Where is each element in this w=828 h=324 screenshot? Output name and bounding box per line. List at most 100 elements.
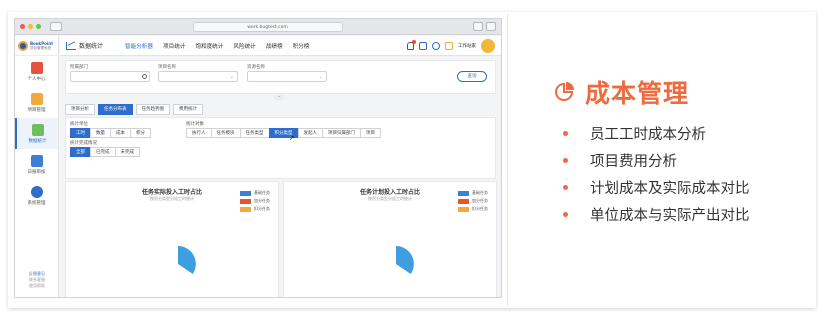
bullet-text: 项目费用分析 <box>590 154 677 170</box>
slide-heading: 成本管理 <box>553 74 689 110</box>
pie-slice[interactable] <box>396 246 414 274</box>
query-button-label: 查询 <box>467 74 477 79</box>
legend-item[interactable]: 扣分任务 <box>240 206 270 212</box>
collapse-toggle[interactable]: ⌃ <box>274 95 284 100</box>
tab-bar: 项目分析 任务分布表 任务趋势图 费用统计 <box>65 104 203 115</box>
unit-selector: 工时 数量 成本 积分 <box>70 128 151 138</box>
tabs-icon[interactable] <box>486 22 496 31</box>
minimize-dot-icon[interactable] <box>28 24 33 29</box>
filter-bar: 所属部门 项目名称 ⌄ 资源名称 ⌄ 查询 <box>65 60 496 94</box>
module-title-text: 数据统计 <box>79 43 104 50</box>
legend-item[interactable]: 基础任务 <box>240 190 270 196</box>
status-selector: 全部 已完成 未完成 <box>70 147 140 157</box>
calendar-icon <box>30 62 43 74</box>
legend-item[interactable]: 扣分任务 <box>458 206 488 212</box>
resource-select[interactable]: ⌄ <box>247 71 327 82</box>
avatar[interactable] <box>481 38 495 53</box>
report-icon <box>30 155 43 167</box>
user-label[interactable]: 工作站家 <box>458 43 476 49</box>
folder-icon <box>30 93 43 105</box>
maximize-dot-icon[interactable] <box>36 24 41 29</box>
legend-label: 扣分任务 <box>254 206 270 211</box>
chart-panel-actual: 任务实际投入工时占比 按积分类型分组工时统计 基础任务 加分任务 扣分任务 <box>65 181 279 297</box>
chevron-down-icon: ⌄ <box>318 74 323 80</box>
bullet-dot-icon <box>563 212 568 217</box>
sidebar-item-projects[interactable]: 项目管理 <box>15 87 58 118</box>
legend: 基础任务 加分任务 扣分任务 <box>240 190 270 214</box>
tab-task-trend[interactable]: 任务趋势图 <box>135 104 170 115</box>
sidebar-item-reports[interactable]: 日报审核 <box>15 149 58 180</box>
sidebar-item-stats[interactable]: 数据统计 <box>15 118 58 149</box>
browser-chrome: work.bugtest.com <box>15 19 501 35</box>
bullet-dot-icon <box>563 185 568 190</box>
legend-label: 扣分任务 <box>472 206 488 211</box>
legend-label: 加分任务 <box>254 198 270 203</box>
bullet-dot-icon <box>563 131 568 136</box>
object-label: 统计对象 <box>186 122 204 127</box>
sidebar-item-personal[interactable]: 个人中心 <box>15 56 58 87</box>
tab-project-analysis[interactable]: 项目分析 <box>65 104 95 115</box>
object-initiator[interactable]: 发起人 <box>297 128 323 138</box>
module-title: 数据统计 <box>66 41 103 50</box>
nav-smart-analyzer[interactable]: 智能分析器 <box>125 42 153 50</box>
line-chart-icon <box>66 41 76 50</box>
legend-swatch <box>458 190 469 196</box>
user-group-icon[interactable] <box>445 41 453 50</box>
unit-points[interactable]: 积分 <box>130 128 151 138</box>
pie-chart[interactable] <box>158 244 198 284</box>
legend-item[interactable]: 基础任务 <box>458 190 488 196</box>
bell-icon[interactable] <box>407 39 416 50</box>
project-select[interactable]: ⌄ <box>158 71 238 82</box>
bullet-item: 计划成本及实际成本对比 <box>563 174 750 201</box>
nav-record-board[interactable]: 战绩榜 <box>266 42 283 50</box>
message-icon[interactable] <box>419 41 427 50</box>
sidebar-footer: 反馈意见 联系客服 使用帮助 <box>15 271 59 289</box>
nav-project-stats[interactable]: 项目统计 <box>163 42 185 50</box>
object-project[interactable]: 项目 <box>360 128 381 138</box>
nav-points-board[interactable]: 积分榜 <box>293 42 310 50</box>
dept-input[interactable] <box>70 71 150 82</box>
options-panel: 统计单位 工时 数量 成本 积分 统计完成情况 全部 已完成 未完成 统计对象 <box>65 117 496 179</box>
object-task-type[interactable]: 任务类型 <box>239 128 270 138</box>
status-done[interactable]: 已完成 <box>90 147 116 157</box>
url-bar[interactable]: work.bugtest.com <box>192 21 343 32</box>
slide: work.bugtest.com BookPoint 项目管理系统 个人中心 项… <box>0 0 828 324</box>
logo: BookPoint 项目管理系统 <box>15 36 58 56</box>
legend-item[interactable]: 加分任务 <box>240 198 270 204</box>
query-button[interactable]: 查询 <box>457 71 487 82</box>
logo-icon <box>18 40 28 51</box>
unit-label: 统计单位 <box>70 122 88 127</box>
search-icon[interactable] <box>142 74 147 79</box>
close-dot-icon[interactable] <box>20 24 25 29</box>
nav-risk-stats[interactable]: 风险统计 <box>233 42 255 50</box>
tab-cost-stats[interactable]: 费用统计 <box>173 104 203 115</box>
share-icon[interactable] <box>473 22 483 31</box>
legend-swatch <box>240 198 251 204</box>
object-department[interactable]: 项目归属部门 <box>322 128 361 138</box>
status-undone[interactable]: 未完成 <box>114 147 140 157</box>
logo-name: BookPoint <box>30 40 54 46</box>
unit-cost[interactable]: 成本 <box>110 128 131 138</box>
tab-task-distribution[interactable]: 任务分布表 <box>98 104 133 115</box>
legend-item[interactable]: 加分任务 <box>458 198 488 204</box>
pie-slice[interactable] <box>178 246 196 274</box>
object-task-module[interactable]: 任务模块 <box>210 128 241 138</box>
sidebar-item-label: 系统管理 <box>27 201 46 206</box>
legend-swatch <box>240 190 251 196</box>
sidebar-item-system[interactable]: 系统管理 <box>15 180 58 211</box>
pie-chart[interactable] <box>376 244 416 284</box>
top-nav: 智能分析器 项目统计 饱和度统计 风险统计 战绩榜 积分榜 <box>125 42 309 50</box>
bullet-item: 项目费用分析 <box>563 147 750 174</box>
help-icon[interactable] <box>432 41 440 50</box>
slide-divider <box>507 14 508 306</box>
sidebar-toggle-icon[interactable] <box>50 22 62 31</box>
bullet-dot-icon <box>563 158 568 163</box>
unit-hours[interactable]: 工时 <box>70 128 91 138</box>
bullet-item: 员工工时成本分析 <box>563 120 750 147</box>
legend-swatch <box>240 206 251 212</box>
nav-saturation-stats[interactable]: 饱和度统计 <box>195 42 223 50</box>
object-executor[interactable]: 执行人 <box>186 128 212 138</box>
unit-count[interactable]: 数量 <box>90 128 111 138</box>
status-all[interactable]: 全部 <box>70 147 91 157</box>
bullet-text: 计划成本及实际成本对比 <box>590 181 750 197</box>
